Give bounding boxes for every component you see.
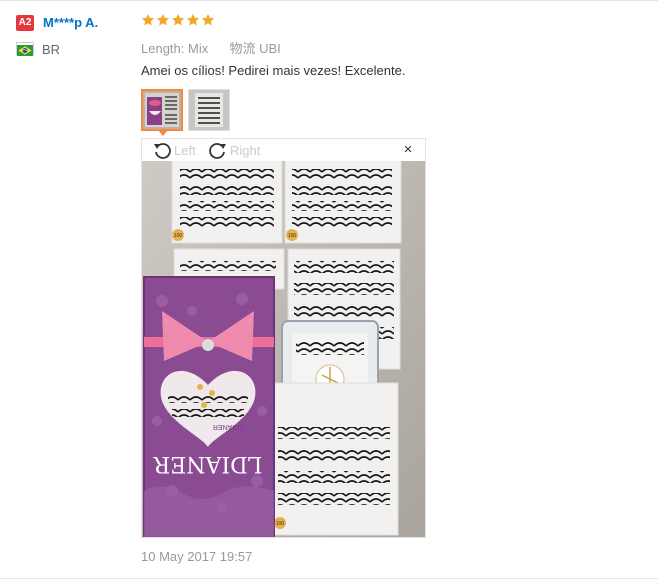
- box-brand: LDIANER: [152, 451, 262, 476]
- review-photo: 100 100 100 LDIANER LDIANER: [142, 161, 425, 537]
- star-icon: [186, 13, 200, 26]
- property-value: Mix: [188, 41, 209, 56]
- bottom-divider: [0, 578, 658, 579]
- tray-number: 100: [174, 233, 183, 239]
- brazil-flag-icon: [16, 42, 34, 56]
- product-properties: Length: Mix 物流 UBI: [141, 38, 281, 57]
- close-viewer-button[interactable]: ×: [401, 142, 415, 158]
- lash-tray: 100: [171, 161, 283, 244]
- rotate-right-button[interactable]: Right: [208, 140, 260, 160]
- lash-tray: 100: [269, 382, 399, 536]
- star-icon: [201, 13, 215, 26]
- property-value: UBI: [259, 41, 281, 56]
- property-key: 物流: [229, 41, 256, 56]
- viewer-toolbar: Left Right ×: [142, 139, 425, 161]
- rotate-right-label: Right: [230, 142, 261, 158]
- ldianer-box: LDIANER LDIANER: [143, 276, 275, 537]
- rating-stars: [141, 13, 215, 27]
- review-text: Amei os cílios! Pedirei mais vezes! Exce…: [141, 63, 406, 78]
- lash-tray: 100: [284, 161, 402, 244]
- review-photo-thumbnail[interactable]: [141, 89, 183, 131]
- photo-viewer: Left Right × 100 100 100 LDIANER LDIANER: [141, 138, 426, 538]
- rotate-left-icon: [154, 143, 171, 159]
- tray-number: 100: [276, 521, 285, 527]
- box-inner-brand: LDIANER: [213, 423, 243, 430]
- star-icon: [156, 13, 170, 26]
- review-photo-thumbnail[interactable]: [188, 89, 230, 131]
- top-divider: [0, 0, 658, 1]
- rotate-right-icon: [209, 143, 226, 159]
- country-code: BR: [42, 42, 61, 57]
- star-icon: [141, 13, 155, 26]
- selected-thumbnail-pointer: [157, 129, 169, 136]
- review-date: 10 May 2017 19:57: [141, 549, 253, 564]
- tray-number: 100: [288, 233, 297, 239]
- reviewer-name-link[interactable]: M****p A.: [43, 15, 98, 30]
- star-icon: [171, 13, 185, 26]
- rotate-left-button[interactable]: Left: [152, 140, 196, 160]
- rotate-left-label: Left: [174, 142, 196, 158]
- property-key: Length:: [141, 41, 185, 56]
- level-badge: A2: [16, 15, 34, 31]
